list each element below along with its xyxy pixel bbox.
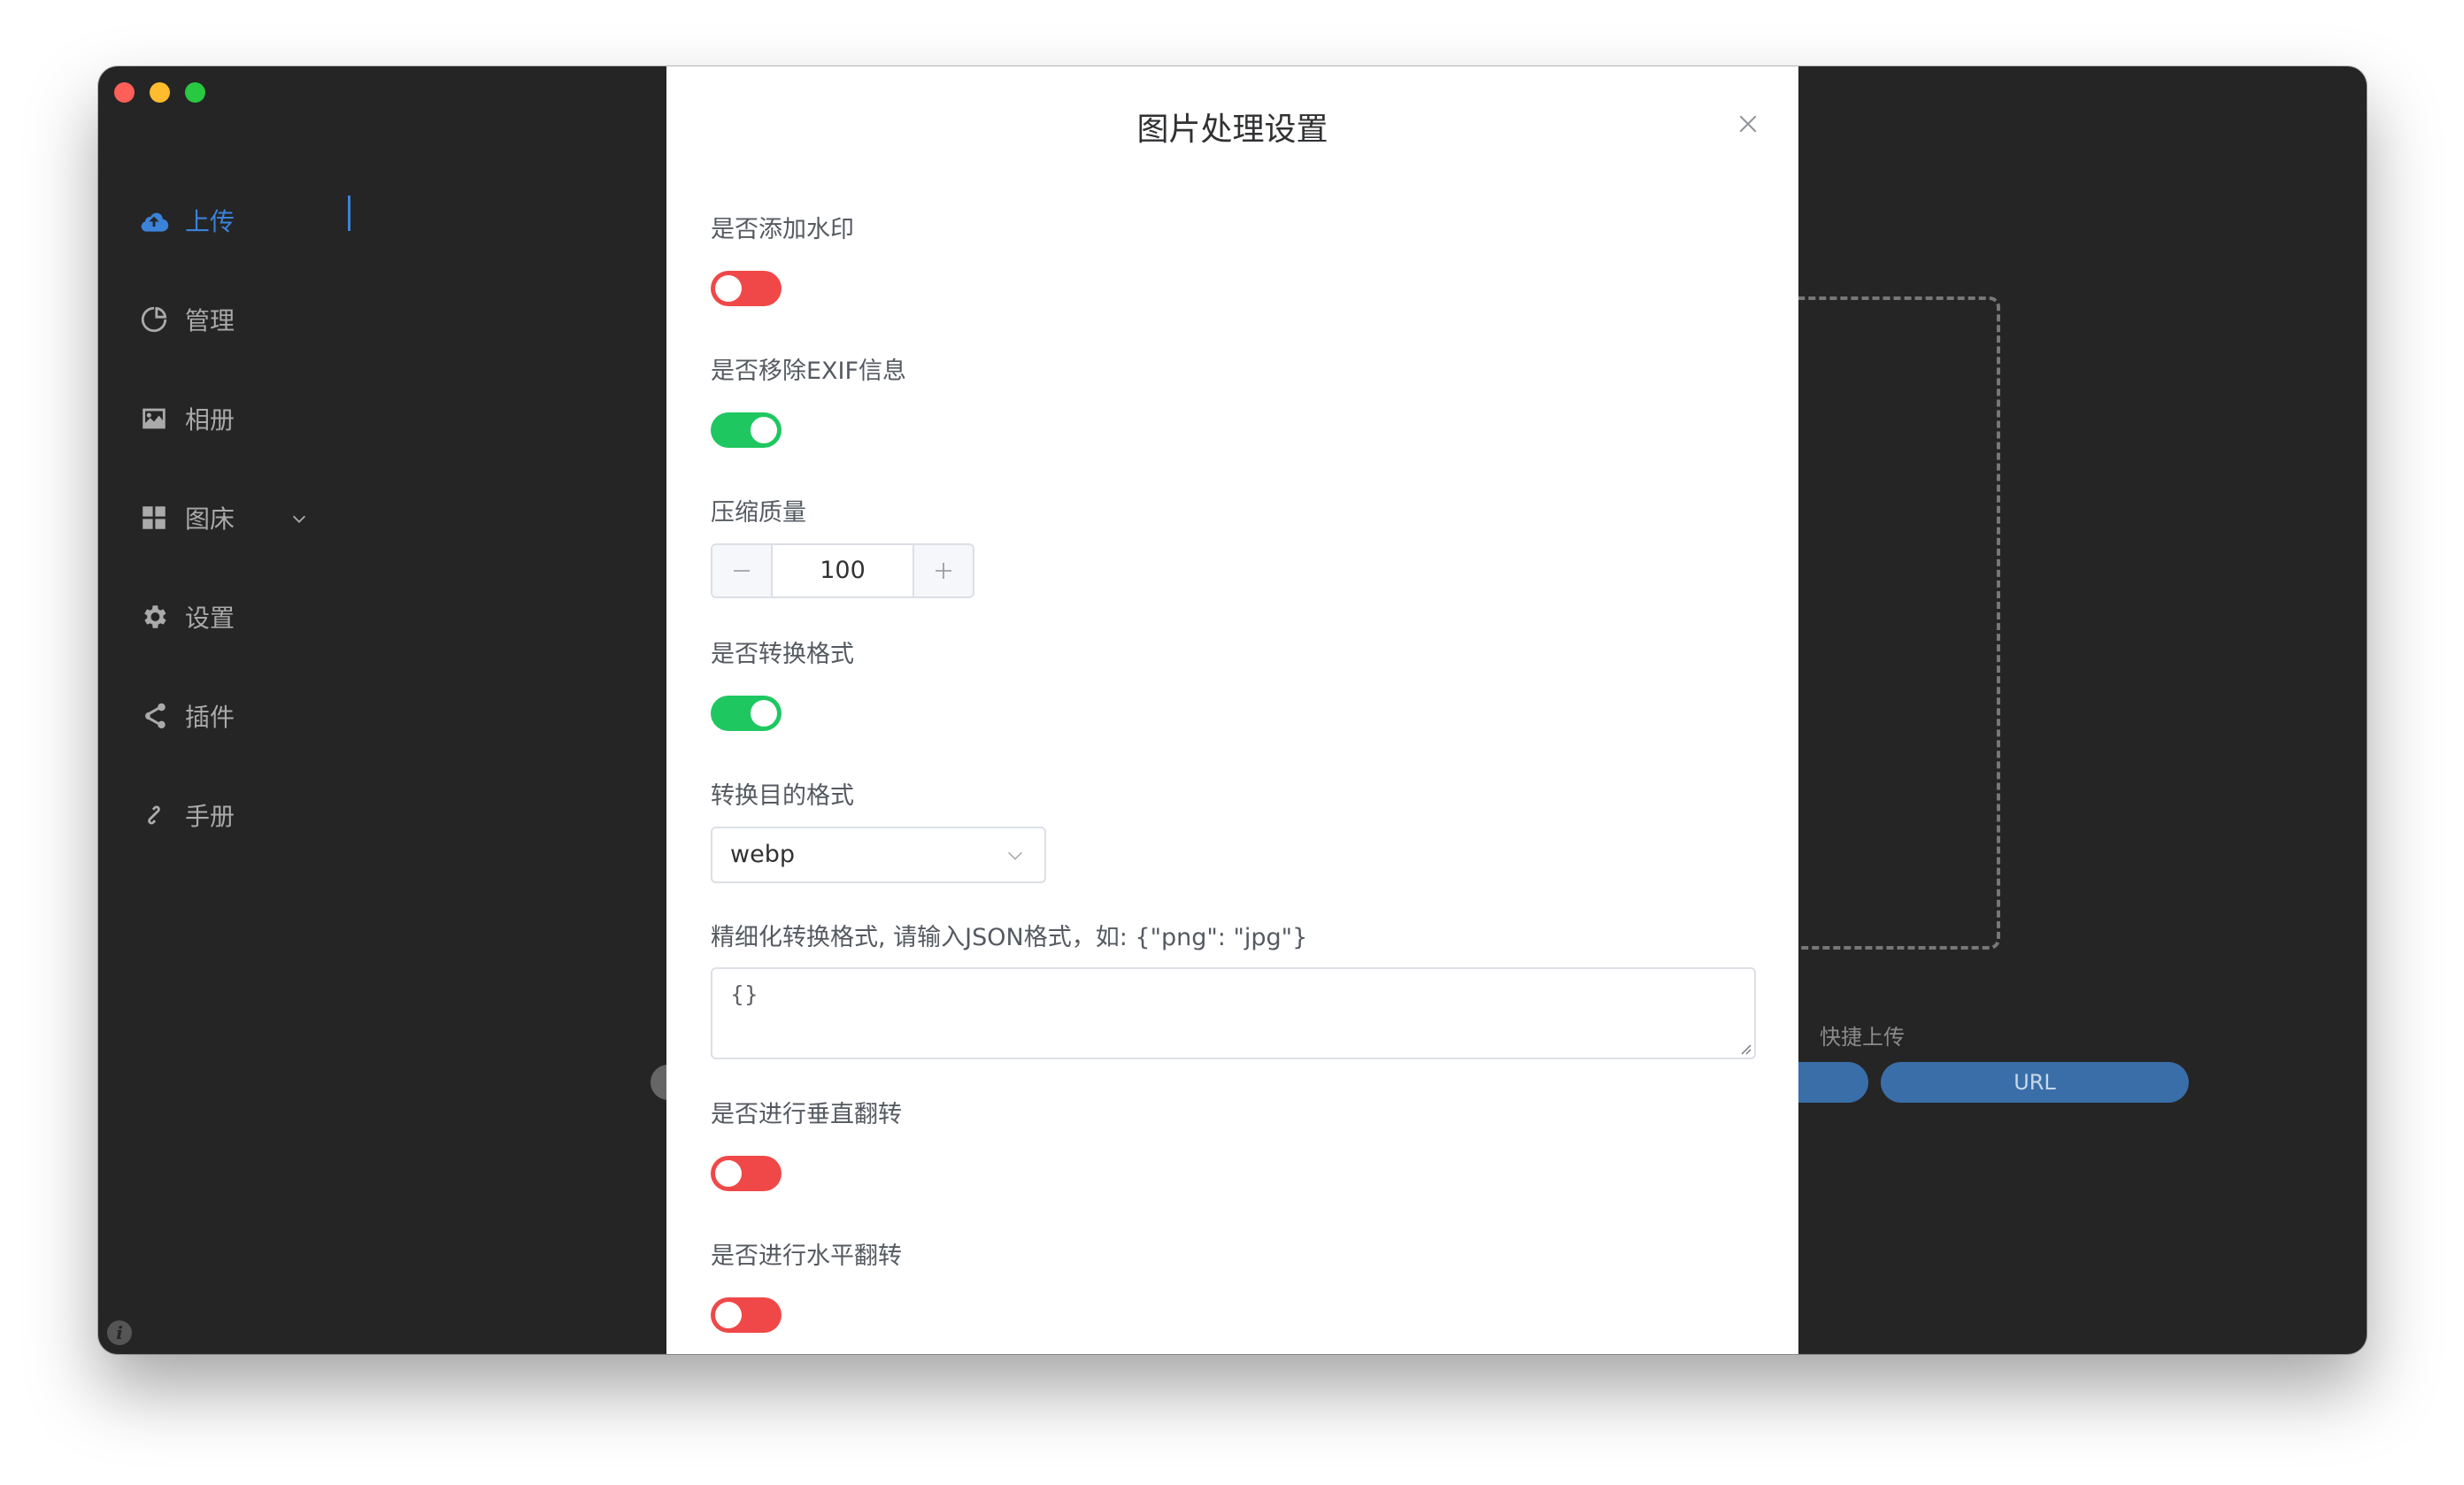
cloud-upload-icon: [141, 212, 169, 232]
switch-knob: [751, 417, 777, 443]
target-format-select[interactable]: webp: [711, 827, 1046, 883]
image-process-settings-dialog: 图片处理设置 是否添加水印 是否移除EXIF信息 压缩质量 100 是否转换格式: [666, 66, 1798, 1354]
quality-stepper: 100: [711, 543, 974, 598]
sidebar-item-upload[interactable]: 上传: [139, 194, 235, 247]
watermark-label: 是否添加水印: [711, 216, 854, 243]
close-icon: [1739, 115, 1757, 133]
sidebar-item-album[interactable]: 相册: [139, 392, 235, 445]
sidebar: 上传 管理 相册 图床 设置 插件 手册 i: [98, 119, 665, 1354]
convert-format-switch[interactable]: [711, 696, 782, 731]
minimize-window-button[interactable]: [150, 82, 170, 103]
flip-vertical-label: 是否进行垂直翻转: [711, 1101, 902, 1128]
link-icon: [148, 805, 160, 825]
sidebar-item-manage[interactable]: 管理: [139, 293, 235, 346]
gear-icon: [144, 605, 166, 628]
url-upload-button[interactable]: URL: [1881, 1062, 2189, 1103]
sidebar-item-plugins[interactable]: 插件: [139, 689, 235, 742]
format-map-textarea[interactable]: {}: [711, 967, 1756, 1059]
flip-horizontal-switch[interactable]: [711, 1297, 782, 1333]
watermark-switch[interactable]: [711, 271, 782, 306]
sidebar-item-label: 上传: [185, 207, 235, 236]
format-map-label: 精细化转换格式, 请输入JSON格式，如: {"png": "jpg"}: [711, 924, 1308, 951]
chevron-down-icon: [1008, 851, 1022, 860]
sidebar-item-label: 手册: [185, 802, 235, 831]
sidebar-item-manual[interactable]: 手册: [139, 789, 235, 842]
info-icon[interactable]: i: [107, 1320, 132, 1345]
quality-input[interactable]: 100: [773, 545, 912, 596]
share-icon: [145, 703, 166, 729]
increase-button[interactable]: [912, 545, 973, 596]
maximize-window-button[interactable]: [185, 82, 205, 103]
window-controls: [114, 82, 205, 103]
active-indicator: [348, 196, 350, 231]
app-window: 上传 管理 相册 图床 设置 插件 手册 i 快捷上传 URL 图片处理设置 是…: [98, 66, 2367, 1354]
pie-chart-icon: [141, 306, 167, 333]
switch-knob: [751, 700, 777, 727]
grid-icon: [142, 506, 166, 529]
sidebar-item-label: 图床: [185, 504, 235, 534]
sidebar-item-picbed[interactable]: 图床: [139, 491, 306, 544]
decrease-button[interactable]: [712, 545, 773, 596]
minus-icon: [734, 570, 750, 572]
chevron-down-icon: [292, 515, 306, 523]
textarea-value: {}: [730, 981, 758, 1007]
remove-exif-switch[interactable]: [711, 412, 782, 448]
switch-knob: [715, 275, 742, 302]
resize-grip-icon[interactable]: [1739, 1043, 1752, 1055]
sidebar-item-label: 插件: [185, 703, 235, 732]
target-format-label: 转换目的格式: [711, 782, 854, 810]
flip-vertical-switch[interactable]: [711, 1156, 782, 1191]
sidebar-item-label: 管理: [185, 306, 235, 335]
dialog-title: 图片处理设置: [1136, 112, 1328, 148]
select-value: webp: [730, 841, 795, 868]
convert-format-label: 是否转换格式: [711, 641, 854, 668]
sidebar-item-label: 设置: [185, 604, 235, 633]
close-dialog-button[interactable]: [1735, 111, 1761, 137]
quality-label: 压缩质量: [711, 499, 806, 527]
sidebar-item-settings[interactable]: 设置: [139, 590, 235, 643]
switch-knob: [715, 1302, 742, 1328]
flip-horizontal-label: 是否进行水平翻转: [711, 1243, 902, 1270]
picture-icon: [142, 408, 166, 429]
remove-exif-label: 是否移除EXIF信息: [711, 358, 907, 385]
plus-icon: [936, 563, 951, 579]
switch-knob: [715, 1160, 742, 1187]
sidebar-item-label: 相册: [185, 405, 235, 435]
quick-upload-label: 快捷上传: [1820, 1025, 1905, 1050]
close-window-button[interactable]: [114, 82, 135, 103]
